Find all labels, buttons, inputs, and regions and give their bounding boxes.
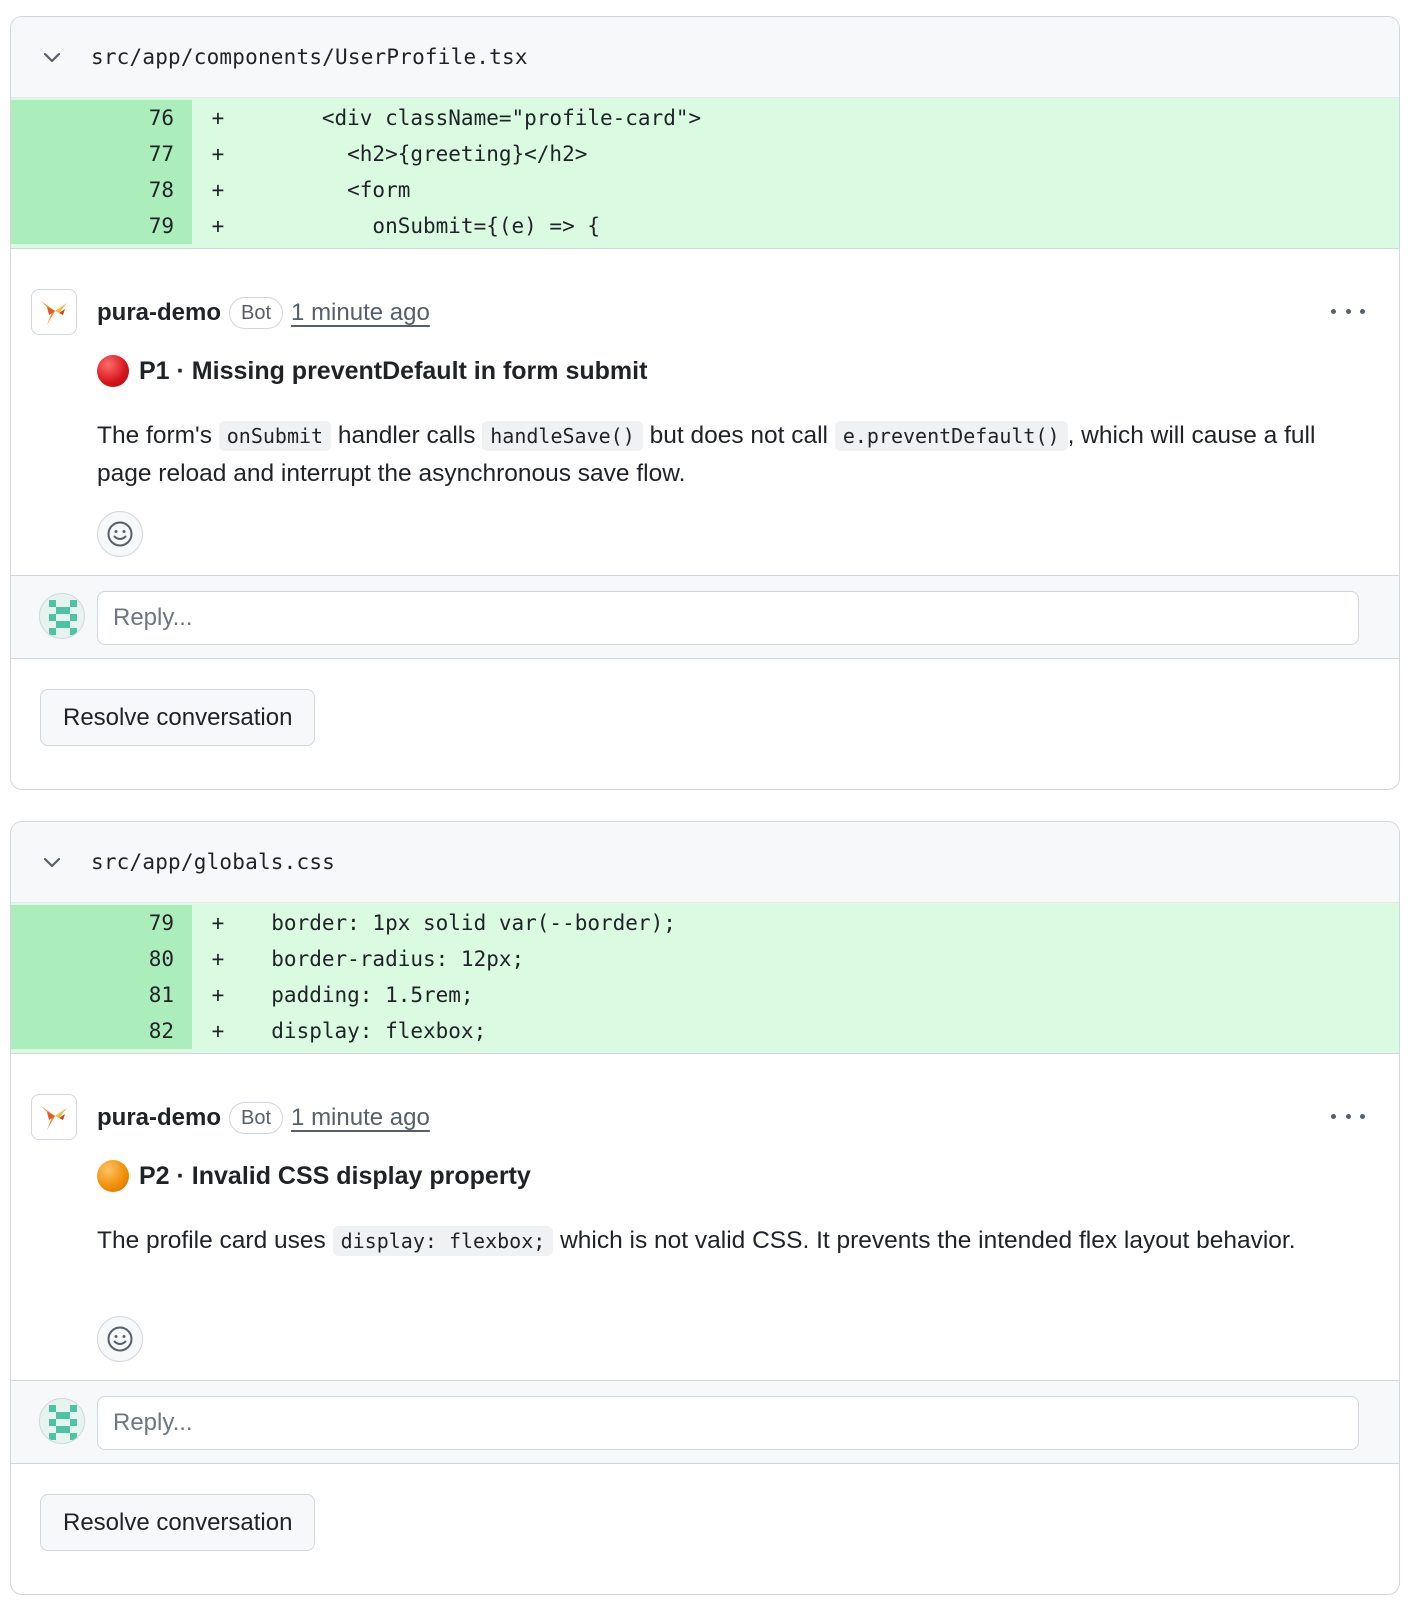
body-text: The profile card uses [97,1227,333,1254]
review-thread-1: src/app/components/UserProfile.tsx 76 + … [10,16,1400,790]
bird-logo-icon[interactable] [31,1094,77,1140]
file-header: src/app/globals.css [11,822,1399,903]
author-name[interactable]: pura-demo [97,1104,221,1132]
smiley-icon[interactable] [97,1316,143,1362]
line-number: 79 [11,905,192,941]
inline-code: handleSave() [482,421,643,451]
diff-block: 76 + <div className="profile-card"> 77 +… [11,98,1399,249]
reply-bar [11,1380,1399,1464]
comment-timestamp[interactable]: 1 minute ago [291,299,430,327]
diff-sign: + [211,178,225,202]
smiley-icon[interactable] [97,511,143,557]
line-number: 76 [11,100,192,136]
comment-title: P2 · Invalid CSS display property [97,1160,531,1192]
diff-line: 76 + <div className="profile-card"> [11,100,1399,136]
resolve-conversation-button[interactable]: Resolve conversation [40,1494,316,1551]
bot-badge: Bot [229,297,284,329]
body-text: but does not call [642,422,835,449]
diff-line: 79 + onSubmit={(e) => { [11,208,1399,244]
diff-line: 80 + border-radius: 12px; [11,941,1399,977]
resolve-conversation-button[interactable]: Resolve conversation [40,689,316,746]
comment-body: The profile card uses display: flexbox; … [97,1222,1357,1260]
body-text: which is not valid CSS. It prevents the … [553,1227,1296,1254]
inline-code: display: flexbox; [332,1226,554,1256]
inline-code: onSubmit [218,421,332,451]
comment-title: P1 · Missing preventDefault in form subm… [97,355,647,387]
diff-sign: + [211,983,225,1007]
inline-code: e.preventDefault() [834,421,1068,451]
diff-sign: + [211,214,225,238]
diff-line: 79 + border: 1px solid var(--border); [11,905,1399,941]
comment-title-text: P1 · Missing preventDefault in form subm… [139,356,648,385]
diff-code: <form [246,178,411,202]
diff-line: 82 + display: flexbox; [11,1013,1399,1049]
diff-sign: + [211,1019,225,1043]
line-number: 79 [11,208,192,244]
comment-title-text: P2 · Invalid CSS display property [139,1161,531,1190]
comment-body: The form's onSubmit handler calls handle… [97,417,1357,493]
kebab-horizontal-icon[interactable] [1331,1102,1365,1130]
reply-bar [11,575,1399,659]
diff-line: 78 + <form [11,172,1399,208]
chevron-down-icon[interactable] [41,46,63,68]
reply-input[interactable] [97,591,1359,645]
diff-block: 79 + border: 1px solid var(--border); 80… [11,903,1399,1054]
review-comment: pura-demo Bot 1 minute ago P1 · Missing … [11,249,1399,586]
diff-sign: + [211,142,225,166]
severity-red-icon [97,355,129,387]
body-text: handler calls [331,422,483,449]
diff-code: <div className="profile-card"> [246,106,702,130]
file-path[interactable]: src/app/globals.css [91,850,335,874]
diff-sign: + [211,106,225,130]
kebab-horizontal-icon[interactable] [1331,297,1365,325]
diff-line: 77 + <h2>{greeting}</h2> [11,136,1399,172]
line-number: 81 [11,977,192,1013]
bot-badge: Bot [229,1102,284,1134]
comment-header: pura-demo Bot 1 minute ago [97,1100,430,1136]
diff-line: 81 + padding: 1.5rem; [11,977,1399,1013]
line-number: 78 [11,172,192,208]
reply-input[interactable] [97,1396,1359,1450]
diff-sign: + [211,911,225,935]
bird-logo-icon[interactable] [31,289,77,335]
file-path[interactable]: src/app/components/UserProfile.tsx [91,45,528,69]
diff-code: display: flexbox; [246,1019,487,1043]
review-thread-2: src/app/globals.css 79 + border: 1px sol… [10,821,1400,1595]
diff-code: border-radius: 12px; [246,947,525,971]
comment-header: pura-demo Bot 1 minute ago [97,295,430,331]
severity-orange-icon [97,1160,129,1192]
file-header: src/app/components/UserProfile.tsx [11,17,1399,98]
diff-code: onSubmit={(e) => { [246,214,601,238]
identicon-icon[interactable] [39,593,85,639]
diff-code: border: 1px solid var(--border); [246,911,676,935]
diff-code: <h2>{greeting}</h2> [246,142,588,166]
line-number: 82 [11,1013,192,1049]
review-comment: pura-demo Bot 1 minute ago P2 · Invalid … [11,1054,1399,1391]
line-number: 80 [11,941,192,977]
author-name[interactable]: pura-demo [97,299,221,327]
diff-code: padding: 1.5rem; [246,983,474,1007]
line-number: 77 [11,136,192,172]
chevron-down-icon[interactable] [41,851,63,873]
comment-timestamp[interactable]: 1 minute ago [291,1104,430,1132]
identicon-icon[interactable] [39,1398,85,1444]
diff-sign: + [211,947,225,971]
body-text: The form's [97,422,219,449]
